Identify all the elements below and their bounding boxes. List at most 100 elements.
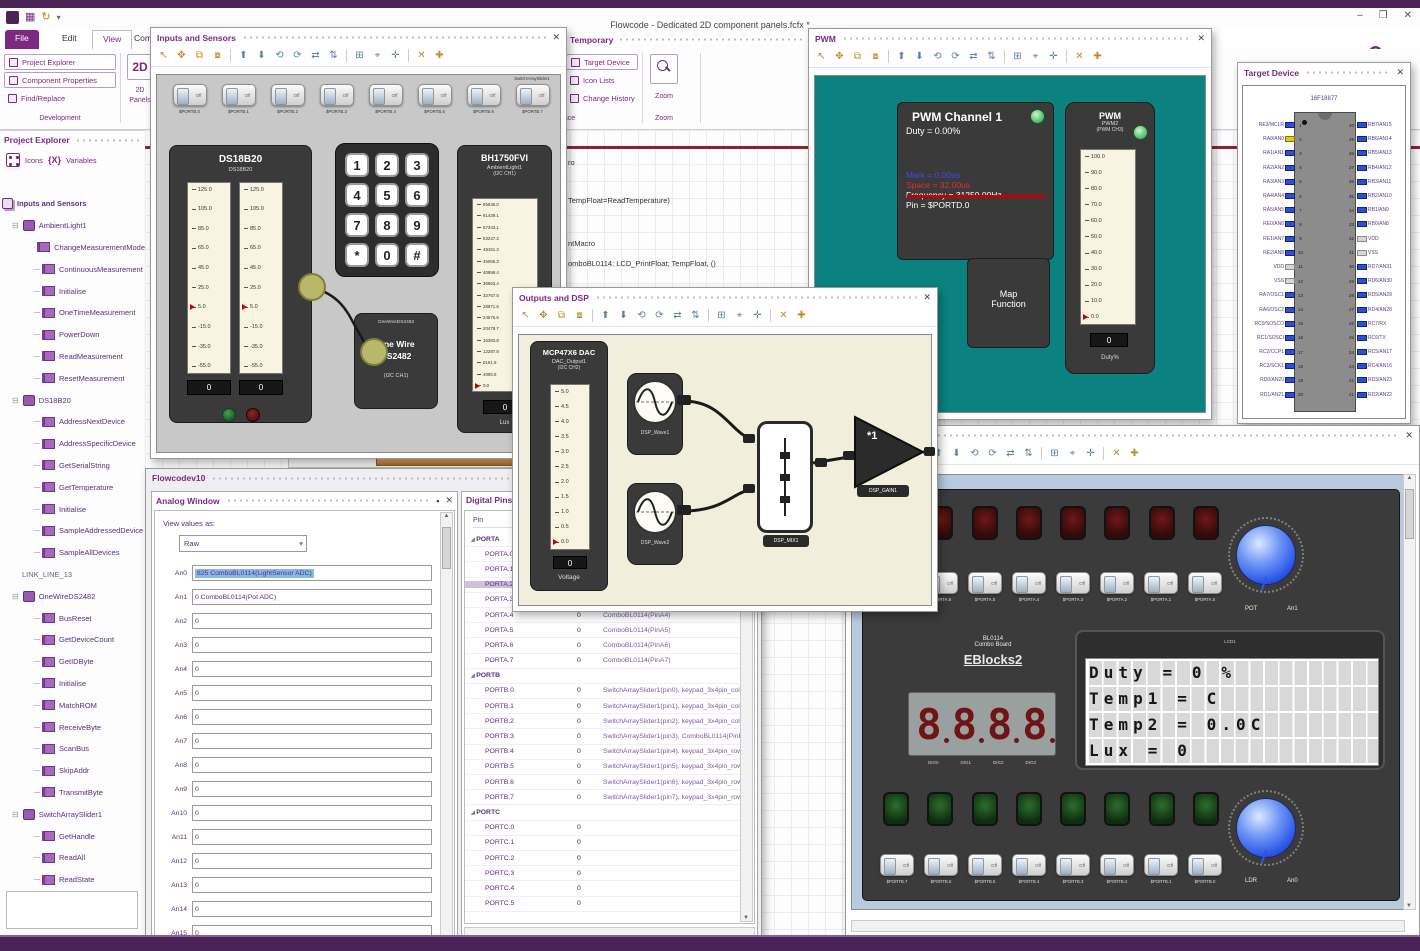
minimize-button[interactable]: – bbox=[1357, 10, 1363, 21]
snap-icon[interactable]: ✛ bbox=[750, 308, 765, 323]
voltage-scale[interactable]: 5.0 4.5 4.0 3.5 3.0 2.5 2.0 1.5 1.0 0.5 0.0 bbox=[550, 384, 590, 550]
tree-item[interactable]: ResetMeasurement bbox=[0, 367, 145, 389]
chip-pin[interactable]: RA3/AN3 5 bbox=[1243, 175, 1305, 189]
chip-pin[interactable]: 26 RC7/RX bbox=[1347, 317, 1413, 331]
switch-body[interactable]: Off bbox=[319, 84, 354, 106]
chip-pin[interactable]: 25 RC6/TX bbox=[1347, 331, 1413, 345]
copy-tool-icon[interactable]: ⧉ bbox=[850, 49, 865, 64]
dsp-wave1-component[interactable]: DSP_Wave1 bbox=[627, 373, 683, 455]
chip-pin[interactable]: VDD 11 bbox=[1243, 260, 1305, 274]
board-hscrollbar[interactable] bbox=[851, 920, 1405, 932]
keypad-key[interactable]: 0 bbox=[375, 243, 399, 267]
green-indicator-button[interactable] bbox=[222, 408, 236, 422]
copy-tool-icon[interactable]: ⧉ bbox=[192, 48, 207, 63]
delete-icon[interactable]: ✕ bbox=[776, 308, 791, 323]
tree-item[interactable]: AddressNextDevice bbox=[0, 411, 145, 433]
analog-value-field[interactable]: 0 bbox=[192, 685, 432, 701]
toggle-switch[interactable]: Off $PORTA.4 bbox=[1007, 572, 1051, 602]
chip-pin[interactable]: RC2/CCP1 17 bbox=[1243, 345, 1305, 359]
bring-forward-icon[interactable]: ⬆ bbox=[598, 308, 613, 323]
tree-item[interactable]: OneTimeMeasurement bbox=[0, 302, 145, 324]
digital-pin-row[interactable]: PORTB.1 0 SwitchArraySlider1(pin1), keyp… bbox=[465, 699, 754, 715]
chip-pin[interactable]: RC0/SOSCO 15 bbox=[1243, 317, 1305, 331]
switch-body[interactable]: Off bbox=[924, 854, 958, 876]
tab-edit[interactable]: Edit bbox=[52, 30, 87, 49]
analog-value-field[interactable]: 0 bbox=[192, 781, 432, 797]
analog-value-field[interactable]: 0 bbox=[192, 877, 432, 893]
toolbar-separator[interactable] bbox=[1066, 50, 1067, 63]
digital-pin-row[interactable]: PORTB.0 0 SwitchArraySlider1(pin0), keyp… bbox=[465, 684, 754, 700]
variables-icon[interactable]: {X} bbox=[48, 155, 61, 165]
chip-pin[interactable]: 37 RB4/AN12 bbox=[1347, 161, 1413, 175]
analog-value-field[interactable]: 0 bbox=[192, 901, 432, 917]
chip-pin[interactable]: RE2/AN8 10 bbox=[1243, 246, 1305, 260]
close-icon[interactable]: ✕ bbox=[923, 292, 931, 303]
digital-pin-row[interactable]: PORTB.3 0 SwitchArraySlider1(pin3), Comb… bbox=[465, 729, 754, 745]
icons-tab-icon[interactable] bbox=[6, 153, 20, 167]
tree-item[interactable]: SwitchArraySlider1 bbox=[0, 803, 145, 825]
save-icon[interactable]: ▦ bbox=[25, 11, 35, 24]
switch-body[interactable]: Off bbox=[172, 84, 207, 106]
analog-value-field[interactable]: 0 bbox=[192, 709, 432, 725]
toggle-switch[interactable]: Off $PORTB.2 bbox=[1095, 854, 1139, 884]
measure-icon[interactable]: ⌖ bbox=[732, 308, 747, 323]
snap-icon[interactable]: ✛ bbox=[1083, 446, 1098, 461]
switch-body[interactable]: Off bbox=[1188, 572, 1222, 594]
flip-horizontal-icon[interactable]: ⇄ bbox=[1003, 446, 1018, 461]
toggle-switch[interactable]: Off $PORTB.5 bbox=[410, 84, 459, 114]
flip-vertical-icon[interactable]: ⇅ bbox=[984, 49, 999, 64]
more-icon[interactable]: ▾ bbox=[57, 11, 61, 24]
paste-tool-icon[interactable]: ⧇ bbox=[572, 308, 587, 323]
chip-pin[interactable]: 29 RD6/AN30 bbox=[1347, 274, 1413, 288]
toggle-switch[interactable]: Off $PORTB.4 bbox=[1007, 854, 1051, 884]
digital-pin-row[interactable]: PORTB.4 0 SwitchArraySlider1(pin4), keyp… bbox=[465, 745, 754, 760]
digital-pin-row[interactable]: PORTC bbox=[465, 805, 754, 821]
rotate-left-icon[interactable]: ⟲ bbox=[930, 49, 945, 64]
switch-body[interactable]: Off bbox=[880, 854, 914, 876]
pan-tool-icon[interactable]: ✥ bbox=[174, 48, 189, 63]
digital-pin-row[interactable]: PORTC.2 0 bbox=[465, 851, 754, 867]
rotate-right-icon[interactable]: ⟳ bbox=[985, 446, 1000, 461]
chip-pin[interactable]: 23 RC4/AN16 bbox=[1347, 359, 1413, 373]
toggle-switch[interactable]: Off $PORTB.1 bbox=[214, 84, 263, 114]
keypad-key[interactable]: 1 bbox=[345, 153, 369, 177]
digital-pin-row[interactable]: PORTC.4 0 bbox=[465, 881, 754, 897]
toggle-switch[interactable]: Off $PORTB.6 bbox=[919, 854, 963, 884]
keypad-key[interactable]: 6 bbox=[405, 183, 429, 207]
tree-item[interactable]: GetTemperature bbox=[0, 476, 145, 498]
delete-icon[interactable]: ✕ bbox=[1109, 446, 1124, 461]
digital-pin-row[interactable]: PORTA.7 0 ComboBL0114(PinA7) bbox=[465, 654, 754, 669]
switch-body[interactable]: Off bbox=[417, 84, 452, 106]
close-icon[interactable]: ✕ bbox=[1405, 430, 1413, 441]
tree-item[interactable]: TransmitByte bbox=[0, 782, 145, 804]
toolbar-separator[interactable] bbox=[346, 49, 347, 62]
tree-item[interactable]: GetIDByte bbox=[0, 651, 145, 673]
analog-value-field[interactable]: 0 bbox=[192, 805, 432, 821]
tree-item[interactable]: AddressSpecificDevice bbox=[0, 433, 145, 455]
ribbon-item-find-replace[interactable]: Find/Replace bbox=[4, 90, 116, 106]
toggle-switch[interactable]: Off $PORTA.0 bbox=[1183, 572, 1227, 602]
measure-icon[interactable]: ⌖ bbox=[370, 48, 385, 63]
keypad-key[interactable]: 2 bbox=[375, 153, 399, 177]
close-icon[interactable]: ✕ bbox=[552, 32, 560, 43]
digital-pin-row[interactable]: PORTA.5 0 ComboBL0114(PinA5) bbox=[465, 623, 754, 639]
tree-item[interactable]: LINK_LINE_13 bbox=[0, 564, 145, 586]
switch-body[interactable]: Off bbox=[1188, 854, 1222, 876]
rotate-right-icon[interactable]: ⟳ bbox=[948, 49, 963, 64]
digital-pin-row[interactable]: PORTC.0 0 bbox=[465, 821, 754, 836]
toolbar-separator[interactable] bbox=[592, 309, 593, 322]
pan-tool-icon[interactable]: ✥ bbox=[832, 49, 847, 64]
restore-button[interactable]: ❐ bbox=[1379, 10, 1388, 21]
chip-pin[interactable]: 24 RC5/AN17 bbox=[1347, 345, 1413, 359]
switch-body[interactable]: Off bbox=[1012, 854, 1046, 876]
chip-pin[interactable]: 33 RB0/AN8 bbox=[1347, 217, 1413, 231]
chip-pin[interactable]: RC1/SOSCI 16 bbox=[1243, 331, 1305, 345]
tree-item[interactable]: GetSerialString bbox=[0, 455, 145, 477]
toolbar-separator[interactable] bbox=[408, 49, 409, 62]
keypad-key[interactable]: 5 bbox=[375, 183, 399, 207]
chip-pin[interactable]: RA6/OSC2 14 bbox=[1243, 302, 1305, 316]
tree-item[interactable]: OneWireDS2482 bbox=[0, 585, 145, 607]
digital-pin-row[interactable]: PORTB bbox=[465, 669, 754, 684]
tree-item[interactable]: PowerDown bbox=[0, 324, 145, 346]
chip-pin[interactable]: RA1/AN1 3 bbox=[1243, 146, 1305, 160]
